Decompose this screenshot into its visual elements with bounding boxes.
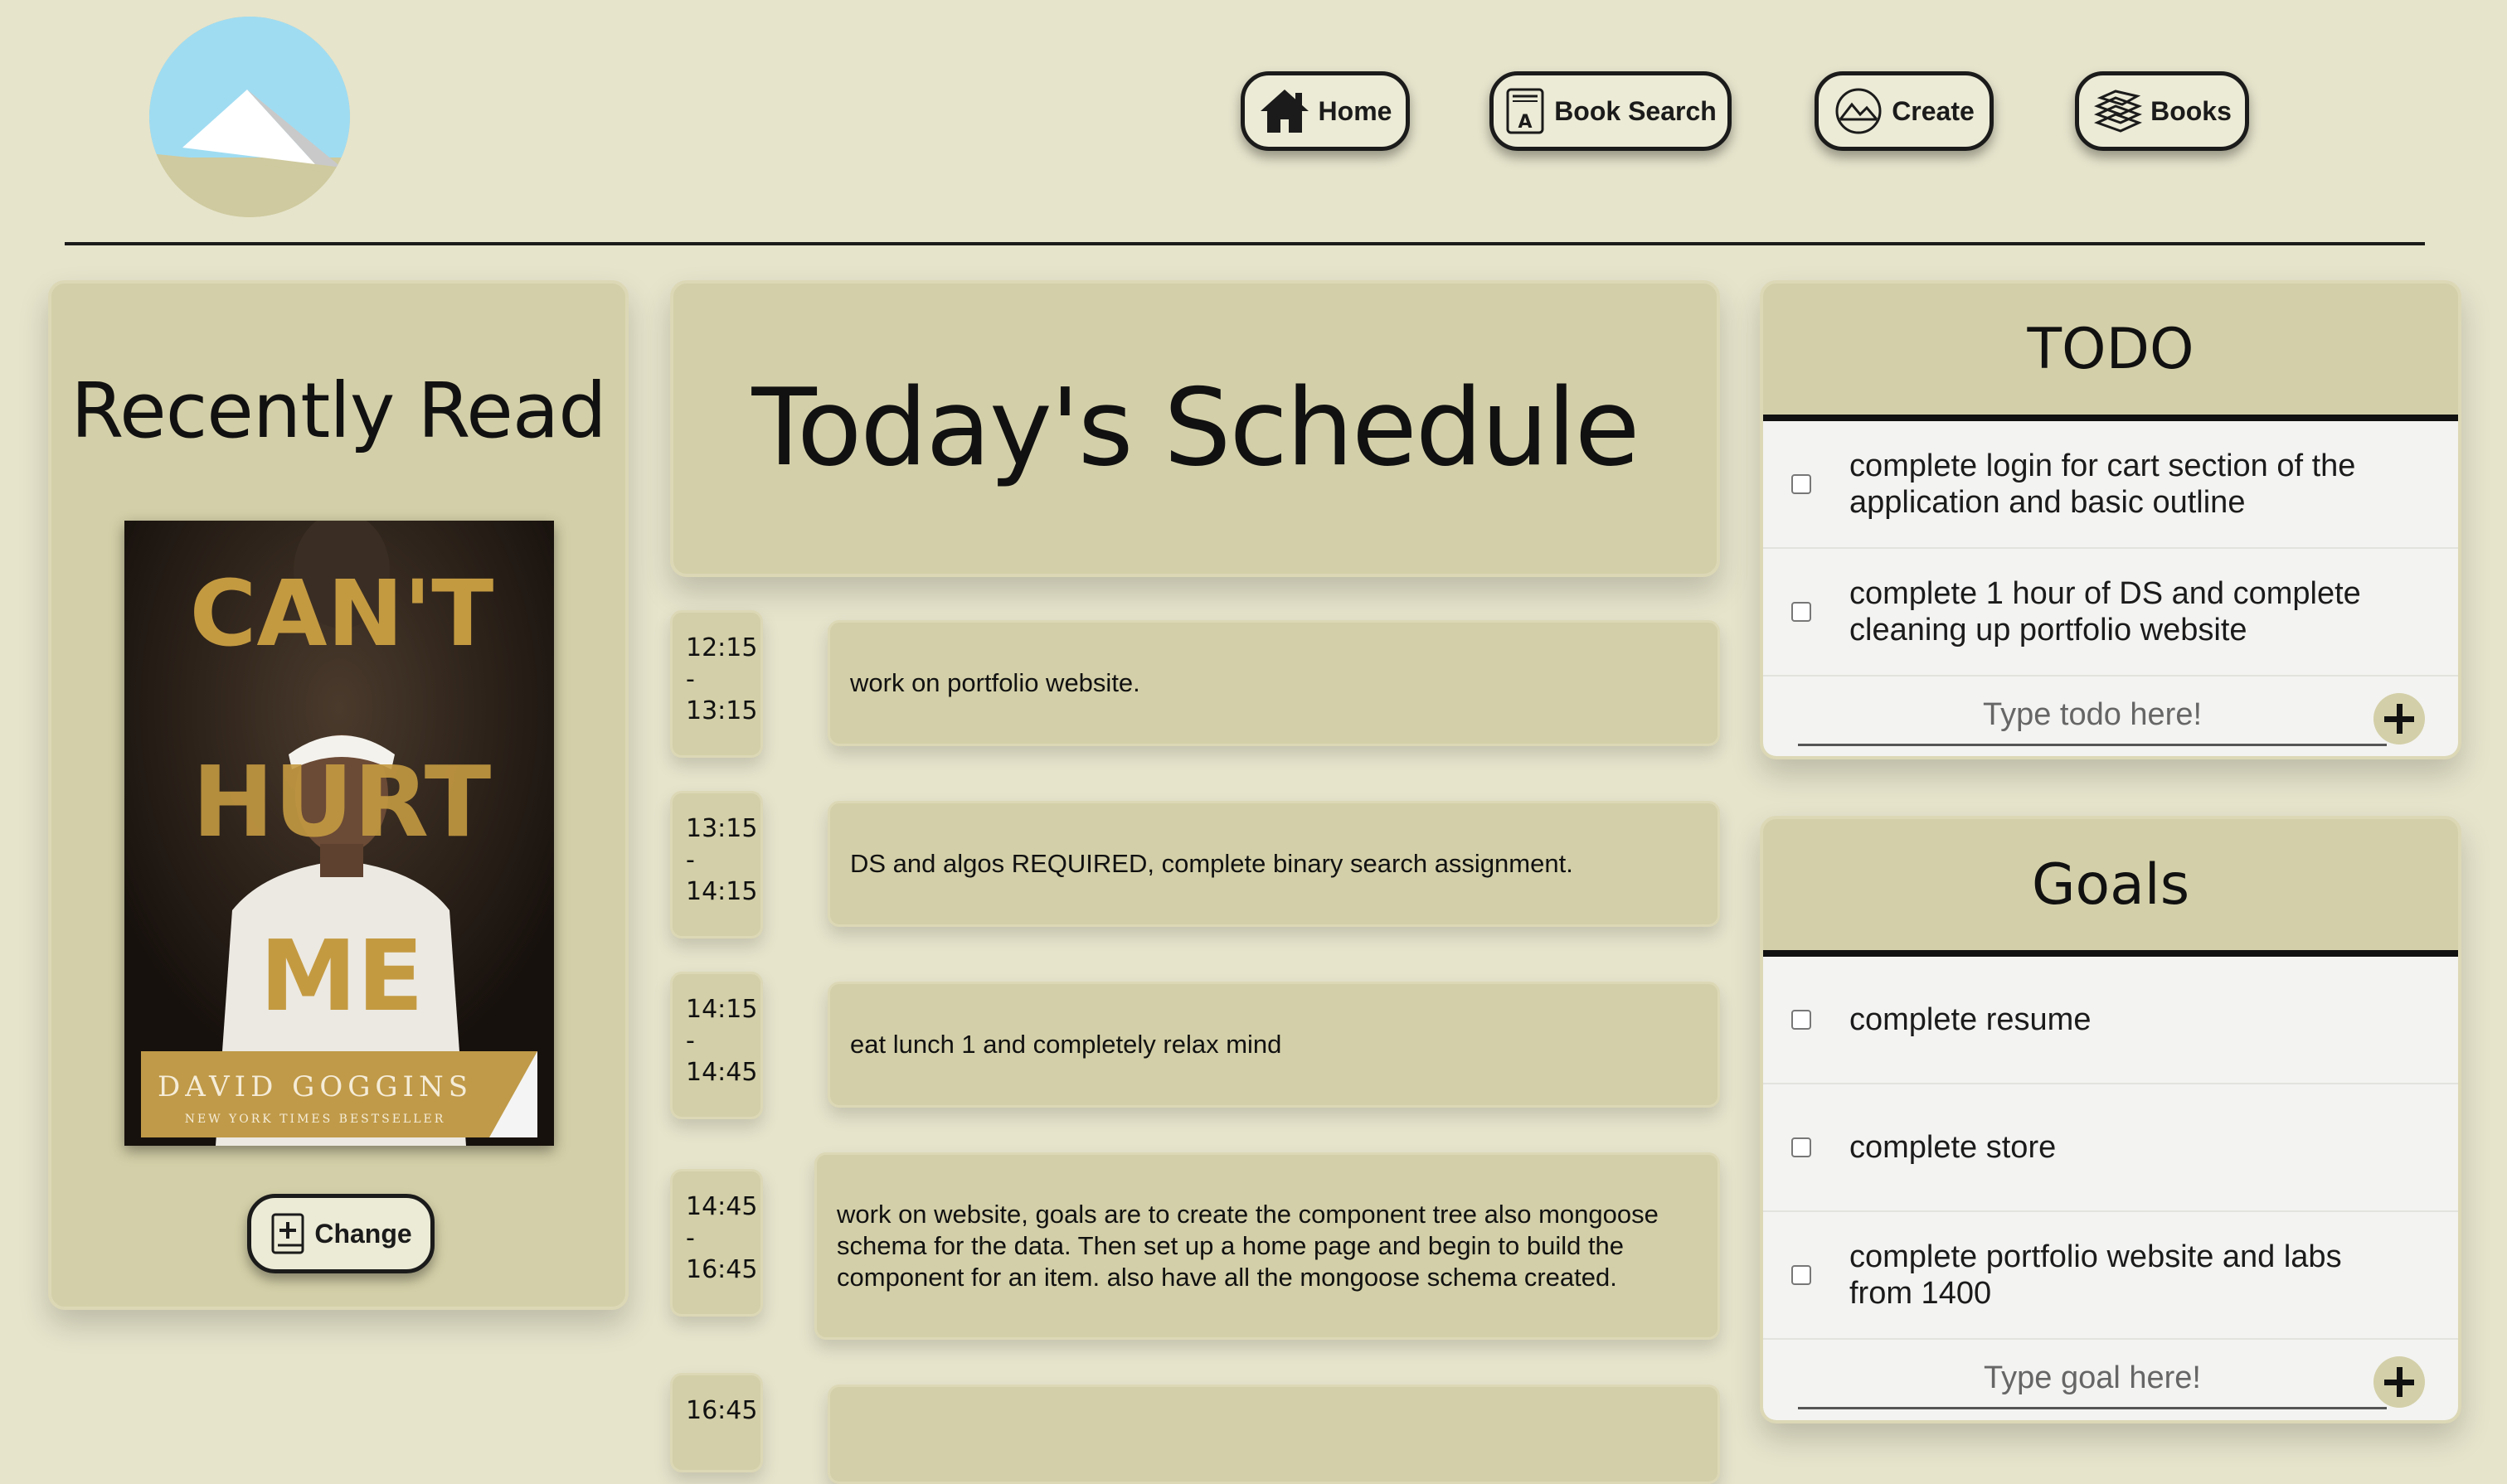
todo-title: TODO xyxy=(1763,284,2458,421)
schedule-task[interactable]: eat lunch 1 and completely relax mind xyxy=(828,982,1720,1108)
schedule-time-separator: - xyxy=(686,846,695,875)
goals-card: Goals complete resume complete store com… xyxy=(1760,816,2461,1423)
todo-checkbox[interactable] xyxy=(1791,602,1811,622)
mountain-logo-icon xyxy=(149,17,350,217)
schedule-end-time: 14:15 xyxy=(686,877,758,906)
todo-item-text: complete 1 hour of DS and complete clean… xyxy=(1849,576,2361,647)
book-title-line3: ME xyxy=(260,919,424,1033)
schedule-start-time: 13:15 xyxy=(686,814,758,843)
schedule-start-time: 16:45 xyxy=(686,1396,758,1425)
book-tagline: NEW YORK TIMES BESTSELLER xyxy=(185,1113,446,1126)
goal-item-text: complete portfolio website and labs from… xyxy=(1849,1239,2342,1311)
book-title-line1: CAN'T xyxy=(190,560,494,667)
book-author: DAVID GOGGINS xyxy=(158,1070,473,1103)
schedule-title: Today's Schedule xyxy=(751,366,1640,490)
todo-item: complete login for cart section of the a… xyxy=(1763,421,2458,549)
svg-text:A: A xyxy=(1518,112,1533,133)
goal-item: complete resume xyxy=(1763,957,2458,1084)
schedule-time-box: 14:15 - 14:45 xyxy=(670,972,763,1119)
nav-books-label: Books xyxy=(2150,95,2232,126)
todo-item-text: complete login for cart section of the a… xyxy=(1849,449,2356,520)
nav-book-search-button[interactable]: A Book Search xyxy=(1489,71,1732,151)
change-book-label: Change xyxy=(314,1218,412,1249)
book-cover-art: CAN'T HURT ME DAVID GOGGINS NEW YORK TIM… xyxy=(124,521,554,1146)
book-plus-icon xyxy=(271,1213,304,1254)
goal-input[interactable] xyxy=(1798,1350,2387,1409)
nav-home-label: Home xyxy=(1318,95,1392,126)
schedule-time-box: 12:15 - 13:15 xyxy=(670,610,763,758)
goal-checkbox[interactable] xyxy=(1791,1265,1811,1285)
add-todo-icon[interactable] xyxy=(2373,693,2425,744)
schedule-task[interactable]: work on website, goals are to create the… xyxy=(814,1152,1720,1340)
goal-add-row xyxy=(1763,1340,2458,1420)
nav-create-button[interactable]: Create xyxy=(1815,71,1994,151)
book-a-icon: A xyxy=(1506,88,1544,134)
house-icon xyxy=(1260,90,1309,133)
goal-checkbox[interactable] xyxy=(1791,1010,1811,1030)
goal-checkbox[interactable] xyxy=(1791,1137,1811,1157)
schedule-time-box: 13:15 - 14:15 xyxy=(670,791,763,938)
todo-checkbox[interactable] xyxy=(1791,474,1811,494)
schedule-task[interactable]: work on portfolio website. xyxy=(828,620,1720,746)
nav-book-search-label: Book Search xyxy=(1554,95,1717,126)
header-divider xyxy=(65,242,2425,245)
schedule-start-time: 14:45 xyxy=(686,1192,758,1221)
schedule-time-box: 14:45 - 16:45 xyxy=(670,1169,763,1317)
todo-item: complete 1 hour of DS and complete clean… xyxy=(1763,549,2458,677)
schedule-time-separator: - xyxy=(686,665,695,694)
schedule-end-time: 13:15 xyxy=(686,696,758,725)
schedule-task[interactable]: DS and algos REQUIRED, complete binary s… xyxy=(828,801,1720,927)
schedule-header-card: Today's Schedule xyxy=(670,280,1720,577)
todo-input[interactable] xyxy=(1798,686,2387,746)
add-goal-icon[interactable] xyxy=(2373,1356,2425,1408)
mountain-sketch-icon xyxy=(1835,88,1882,134)
todo-card: TODO complete login for cart section of … xyxy=(1760,280,2461,759)
recently-read-card: Recently Read CAN'T HURT ME DAVID GOGGIN… xyxy=(48,280,629,1310)
schedule-time-separator: - xyxy=(686,1224,695,1253)
recently-read-title: Recently Read xyxy=(70,366,606,455)
nav-books-button[interactable]: Books xyxy=(2075,71,2249,151)
nav-home-button[interactable]: Home xyxy=(1241,71,1410,151)
schedule-end-time: 14:45 xyxy=(686,1058,758,1087)
goal-item: complete portfolio website and labs from… xyxy=(1763,1212,2458,1340)
goal-item-text: complete resume xyxy=(1849,1002,2092,1037)
goal-item-text: complete store xyxy=(1849,1130,2057,1165)
goals-title: Goals xyxy=(1763,819,2458,957)
schedule-end-time: 16:45 xyxy=(686,1255,758,1284)
change-book-button[interactable]: Change xyxy=(247,1194,435,1273)
goal-item: complete store xyxy=(1763,1084,2458,1212)
nav-create-label: Create xyxy=(1892,95,1975,126)
schedule-start-time: 14:15 xyxy=(686,995,758,1024)
book-title-line2: HURT xyxy=(192,744,492,859)
schedule-time-box: 16:45 xyxy=(670,1373,763,1472)
todo-add-row xyxy=(1763,677,2458,756)
book-stack-icon xyxy=(2094,90,2143,133)
schedule-time-separator: - xyxy=(686,1026,695,1055)
schedule-start-time: 12:15 xyxy=(686,633,758,662)
schedule-task[interactable] xyxy=(828,1385,1720,1484)
app-logo[interactable] xyxy=(149,17,350,217)
book-cover: CAN'T HURT ME DAVID GOGGINS NEW YORK TIM… xyxy=(124,521,554,1146)
